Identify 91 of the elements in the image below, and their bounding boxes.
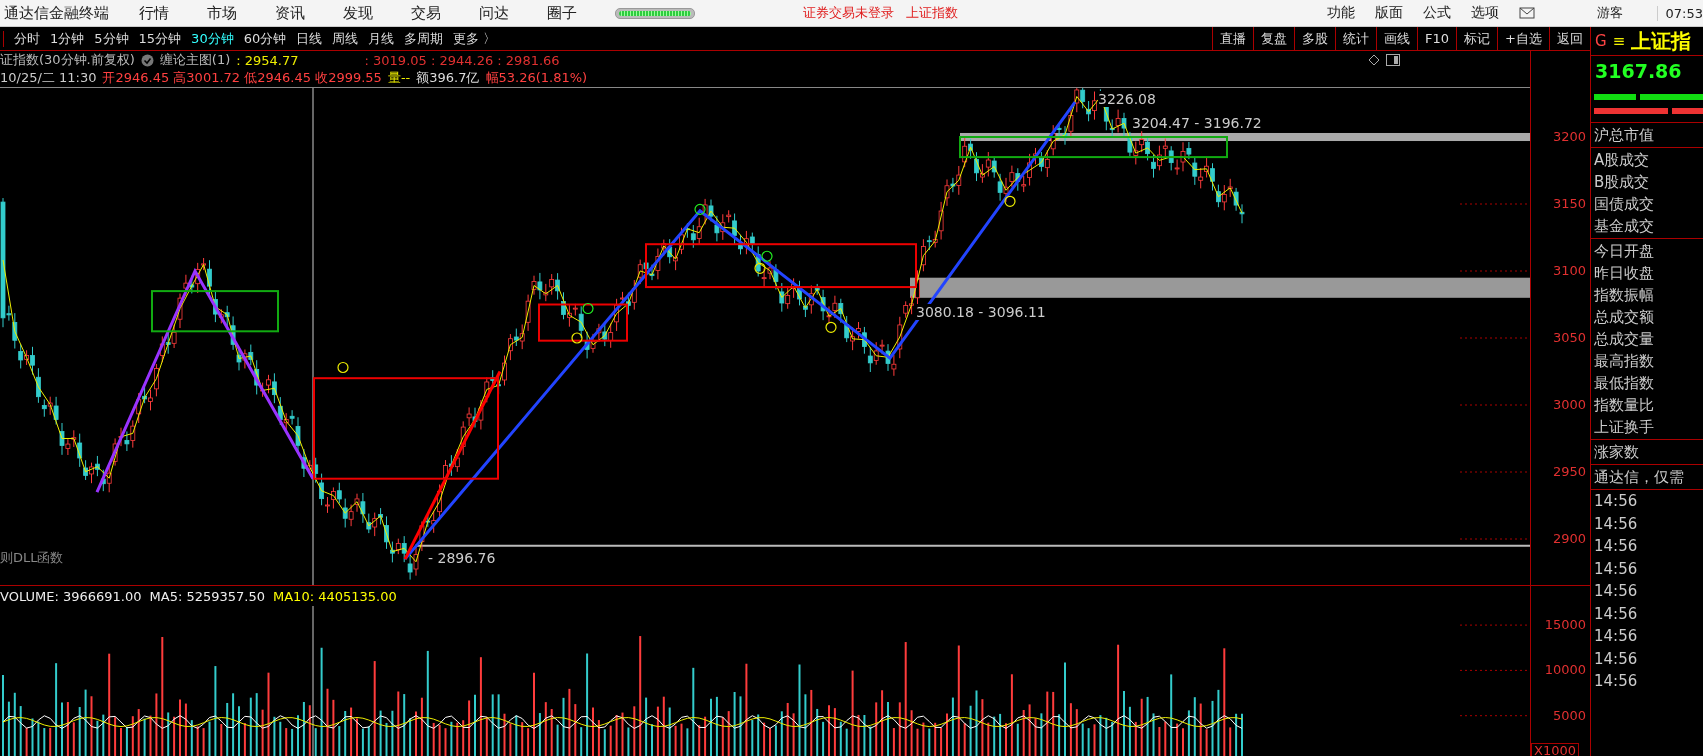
price-axis-label: 2900 xyxy=(1552,531,1586,547)
quote-label: 今日开盘 xyxy=(1593,241,1655,262)
grid-line xyxy=(1459,669,1530,671)
menu-item[interactable]: 功能 xyxy=(1326,4,1355,22)
quote-label: B股成交 xyxy=(1593,172,1651,193)
login-status: 证券交易未登录 xyxy=(803,4,894,22)
menu-mark[interactable]: ≡ xyxy=(1612,32,1626,50)
trade-time: 14:56 xyxy=(1593,671,1639,692)
menu-item[interactable]: 行情 xyxy=(139,3,169,23)
check-circle-icon[interactable] xyxy=(140,53,154,67)
security-name: 上证指数 xyxy=(906,4,958,22)
period-tab[interactable]: 1分钟 xyxy=(50,29,85,48)
quote-label: 最高指数 xyxy=(1593,351,1655,372)
quote-label: 基金成交 xyxy=(1593,216,1655,237)
trade-time: 14:56 xyxy=(1593,513,1639,535)
app-title: 通达信金融终端 xyxy=(4,3,109,23)
volume-legend: VOLUME: 3966691.00 xyxy=(0,588,142,604)
period-tab[interactable]: 更多 〉 xyxy=(453,29,497,48)
trade-time: 14:56 xyxy=(1593,558,1639,580)
formula-note: 则DLL函数 xyxy=(0,550,64,566)
menu-item[interactable]: 发现 xyxy=(343,3,373,23)
mail-icon[interactable] xyxy=(1518,7,1535,19)
indicator-name[interactable]: 缠论主图(1) xyxy=(159,51,231,69)
period-tab[interactable]: 日线 xyxy=(296,29,323,48)
quote-label: 昨日收盘 xyxy=(1593,263,1655,284)
quote-label: 指数振幅 xyxy=(1593,285,1655,306)
indicator-value: : 2954.77 xyxy=(236,52,299,68)
menu-item[interactable]: 资讯 xyxy=(275,3,305,23)
trade-time: 14:56 xyxy=(1593,603,1639,625)
quote-label: 总成交额 xyxy=(1593,307,1655,328)
bar-info-text: 量-- xyxy=(387,69,411,87)
chart-title: 证指数(30分钟.前复权) xyxy=(0,51,135,69)
quote-label: 上证换手 xyxy=(1593,417,1655,438)
trade-time: 14:56 xyxy=(1593,536,1639,557)
trade-time: 14:56 xyxy=(1593,648,1639,670)
period-tab[interactable]: 15分钟 xyxy=(138,29,182,48)
panel-toggle-icon[interactable] xyxy=(1386,54,1400,66)
code-mark: G xyxy=(1595,32,1607,50)
quote-label: 国债成交 xyxy=(1593,194,1655,215)
price-axis-label: 2950 xyxy=(1552,464,1586,480)
price-annotation: 3204.47 - 3196.72 xyxy=(1132,115,1262,131)
trade-time: 14:56 xyxy=(1593,581,1639,602)
quote-label: 总成交量 xyxy=(1593,329,1655,350)
quote-label: A股成交 xyxy=(1593,150,1651,171)
index-name: 上证指 xyxy=(1631,27,1692,55)
volume-legend: MA5: 5259357.50 xyxy=(149,588,265,604)
period-tab[interactable]: 30分钟 xyxy=(191,29,234,48)
price-axis-label: 3050 xyxy=(1552,330,1586,346)
menu-item[interactable]: 问达 xyxy=(479,3,509,23)
quote-label: 指数量比 xyxy=(1593,395,1655,416)
period-tab[interactable]: 分时 xyxy=(14,29,40,48)
price-axis-label: 3100 xyxy=(1552,263,1586,279)
price-annotation: 3080.18 - 3096.11 xyxy=(916,304,1046,320)
volume-axis-label: 10000 xyxy=(1544,662,1586,679)
quote-label: 通达信，仅需 xyxy=(1593,467,1685,488)
volume-legend: MA10: 4405135.00 xyxy=(273,588,397,604)
price-annotation: - 2896.76 xyxy=(428,550,496,566)
price-axis-label: 3000 xyxy=(1552,397,1586,413)
price-annotation: 3226.08 xyxy=(1098,91,1156,107)
volume-axis-label: 15000 xyxy=(1544,617,1586,634)
diamond-icon[interactable] xyxy=(1368,54,1380,66)
indicator-values: : 3019.05 : 2944.26 : 2981.66 xyxy=(364,52,560,68)
quote-label: 沪总市值 xyxy=(1593,125,1655,146)
period-tab[interactable]: 5分钟 xyxy=(94,29,129,48)
period-tab[interactable]: 周线 xyxy=(332,29,359,48)
period-tab[interactable]: 多周期 xyxy=(404,29,444,48)
menu-item[interactable]: 交易 xyxy=(411,3,441,23)
bar-info-text: 开2946.45 高3001.72 低2946.45 收2999.55 xyxy=(102,69,382,87)
menu-item[interactable]: 公式 xyxy=(1422,4,1451,22)
menu-item[interactable]: 选项 xyxy=(1470,4,1499,22)
menu-item[interactable]: 圈子 xyxy=(547,3,577,23)
bar-info-text: 10/25/二 11:30 xyxy=(0,69,97,87)
volume-unit: X1000 xyxy=(1531,743,1579,756)
period-tab[interactable]: 60分钟 xyxy=(243,29,287,48)
bar-info-text: 幅53.26(1.81%) xyxy=(485,69,588,87)
quote-label: 最低指数 xyxy=(1593,373,1655,394)
bar-info-text: 额396.7亿 xyxy=(416,69,480,87)
clock: 07:53 xyxy=(1656,5,1703,21)
grid-line xyxy=(1459,624,1530,626)
quote-label: 涨家数 xyxy=(1593,442,1640,463)
price-axis-label: 3150 xyxy=(1552,196,1586,212)
trade-time: 14:56 xyxy=(1593,626,1639,647)
index-price: 3167.86 xyxy=(1594,59,1683,84)
grid-line xyxy=(1459,715,1530,717)
volume-axis-label: 5000 xyxy=(1552,707,1586,724)
user-label[interactable]: 游客 xyxy=(1596,4,1623,22)
period-tab[interactable]: 月线 xyxy=(368,29,395,48)
menu-item[interactable]: 市场 xyxy=(207,3,237,23)
menu-item[interactable]: 版面 xyxy=(1374,4,1403,22)
price-axis-label: 3200 xyxy=(1552,129,1586,145)
trade-time: 14:56 xyxy=(1593,491,1639,512)
